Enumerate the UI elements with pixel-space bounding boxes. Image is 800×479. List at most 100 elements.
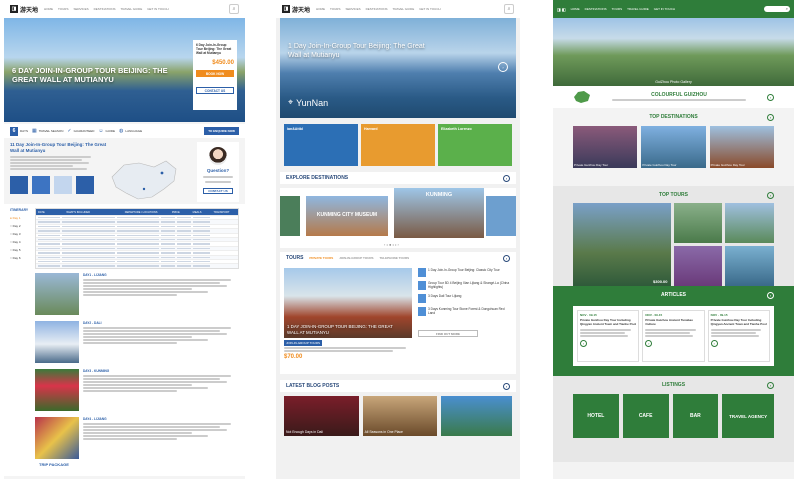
nav-destinations[interactable]: DESTINATIONS [94,7,116,11]
tab-telephone-tours[interactable]: TELEPHONE TOURS [380,256,410,260]
articles-more-icon[interactable]: › [767,291,774,299]
tab-private-tours[interactable]: PRIVATE TOURS [309,256,333,260]
nav2-travel-guide[interactable]: TRAVEL GUIDE [393,7,415,11]
article-card[interactable]: NOV · 09·15 Private Guizhou Day Tour Incl… [577,310,640,362]
blog-card-2[interactable]: All Seasons in One Place [362,396,438,436]
enquire-button[interactable]: TO ENQUIRE NOW [204,127,239,135]
nav2-destinations[interactable]: DESTINATIONS [366,7,388,11]
feature-tile-2[interactable] [32,176,50,194]
stat-days: 6 DAYS [10,126,28,136]
tour-feature[interactable]: 1 DAY JOIN-IN-GROUP TOUR BEIJING: THE GR… [284,268,412,370]
nav3-home[interactable]: HOME [571,7,580,11]
day-entry-title: DAY3 - KUNMING [83,368,110,373]
tour-list-item-2[interactable]: Group Tour 5D 4 Beijing Xian Lijiang & S… [418,281,512,290]
hero-next-icon[interactable]: › [498,62,508,72]
day-entry[interactable]: DAY4 - LIJIANG [35,416,239,459]
nav3-get-in-touch[interactable]: GET IN TOUCH [654,7,675,11]
article-card[interactable]: NOV · 09·15 Private Guizhou Ancient Tunab… [642,310,705,362]
day-nav-4-label: Day 4 [12,240,21,244]
top-tours-more-icon[interactable]: › [767,191,774,199]
dest-card-kunming[interactable]: KUNMING [394,188,484,238]
feature-tile-4[interactable] [76,176,94,194]
carousel-dots[interactable]: ‹ • ● • • › [384,242,399,247]
find-out-more-button[interactable]: FIND OUT MORE [418,330,478,337]
tour-tile-5[interactable] [725,246,774,286]
question-contact-button[interactable]: CONTACT US [203,188,233,194]
tour-list-item-3[interactable]: 3 Days Dali Tour Lijiang [418,294,512,303]
tour-tile-main[interactable]: $300.00 [573,203,671,286]
brand-logo-3[interactable]: ◨ ◧ [557,7,566,12]
nav-travel-guide[interactable]: TRAVEL GUIDE [121,7,143,11]
day-nav-3[interactable]: ○ Day 3 [10,232,32,236]
tour-tile-2[interactable] [673,203,723,243]
table-cell [117,217,159,219]
nav2-home[interactable]: HOME [316,7,325,11]
table-cell [192,217,211,219]
blog-card-3[interactable] [441,396,513,436]
article-card[interactable]: NOV · 09·15 Private Guizhou Day Tour Incl… [707,310,770,362]
promo-card-1[interactable]: ian&Attbl [284,124,358,166]
day-nav-1[interactable]: ● Day 1 [10,216,32,220]
nav-tours[interactable]: TOURS [58,7,68,11]
tour-tile-4[interactable] [673,246,723,286]
tour-list-item-1[interactable]: 1 Day Join-In-Group Tour Beijing: Classi… [418,268,512,277]
day-entry[interactable]: DAY1 - LIJIANG [35,272,239,315]
table-cell [61,247,116,250]
dest-card-museum[interactable]: KUNMING CITY MUSEUM [306,196,388,236]
day-nav-4[interactable]: ○ Day 4 [10,240,32,244]
day-nav-5[interactable]: ○ Day 5 [10,248,32,252]
tour-feature-tag: JOIN-IN-GROUP TOURS [284,340,323,346]
listing-bar[interactable]: BAR [672,394,719,438]
dest-tile-3[interactable]: Private Guizhou Day Tour [709,126,774,168]
dest-tile-1[interactable]: Private Guizhou Day Tour [573,126,638,168]
article-more-icon[interactable]: › [645,339,653,347]
tab-join-in-group[interactable]: JOIN-IN-GROUP TOURS [339,256,373,260]
day-nav-2[interactable]: ○ Day 2 [10,224,32,228]
day-entry[interactable]: DAY3 - KUNMING [35,368,239,411]
articles-header: ARTICLES › [573,290,774,300]
tour-tile-3[interactable] [725,203,774,243]
tour-list-item-4[interactable]: 3 Days Kunming Tour Stone Forest & Dongc… [418,307,512,316]
day-nav-6[interactable]: ○ Day 6 [10,256,32,260]
article-more-icon[interactable]: › [580,339,587,347]
top-dest-header: TOP DESTINATIONS › [573,112,774,122]
article-more-icon[interactable]: › [710,339,718,347]
listings-more-icon[interactable]: › [767,381,774,389]
table-row [36,263,238,268]
nav2-tours[interactable]: TOURS [330,7,340,11]
day-entry[interactable]: DAY2 - DALI [35,320,239,363]
dest-tile-1-label: Private Guizhou Day Tour [574,163,609,167]
calendar-icon: ▦ [31,128,37,134]
nav3-tours[interactable]: TOURS [612,7,622,11]
explore-more-icon[interactable]: › [503,174,510,182]
feature-tile-3[interactable] [54,176,72,194]
nav-services[interactable]: SERVICES [73,7,88,11]
blog-more-icon[interactable]: › [503,382,510,390]
top-dest-more-icon[interactable]: › [767,113,774,121]
tours-more-icon[interactable]: › [503,254,510,262]
search-icon[interactable]: ⌕ [229,4,239,14]
nav3-destinations[interactable]: DESTINATIONS [585,7,607,11]
nav2-services[interactable]: SERVICES [345,7,360,11]
nav2-get-in-touch[interactable]: GET IN TOUCH [419,7,440,11]
table-cell [176,252,191,254]
booking-contact-button[interactable]: CONTACT US [196,87,234,94]
blog-card-1[interactable]: Not Enough Days in Dali [284,396,359,436]
nav-home[interactable]: HOME [44,7,53,11]
book-now-button[interactable]: BOOK NOW [196,70,234,77]
listing-cafe[interactable]: CAFE [622,394,669,438]
search-icon-3[interactable]: ⌕ [764,6,790,12]
listing-hotel[interactable]: HOTEL [573,394,619,438]
feature-tile-1[interactable] [10,176,28,194]
search-icon-2[interactable]: ⌕ [504,4,514,14]
listing-travel-agency[interactable]: TRAVEL AGENCY [722,394,774,438]
blog-header: LATEST BLOG POSTS › [280,380,516,392]
colourful-more-icon[interactable]: › [767,93,774,101]
promo-card-2[interactable]: Harvard [361,124,435,166]
nav-get-in-touch[interactable]: GET IN TOUCH [147,7,168,11]
brand-logo-2[interactable]: ◨ 游天地 [282,5,310,14]
nav3-travel-guide[interactable]: TRAVEL GUIDE [627,7,649,11]
promo-card-3[interactable]: Elizabeth Lorenzo [438,124,512,166]
brand-logo[interactable]: ◨ 游天地 [10,5,38,14]
dest-tile-2[interactable]: Private Guizhou Day Tour [641,126,706,168]
